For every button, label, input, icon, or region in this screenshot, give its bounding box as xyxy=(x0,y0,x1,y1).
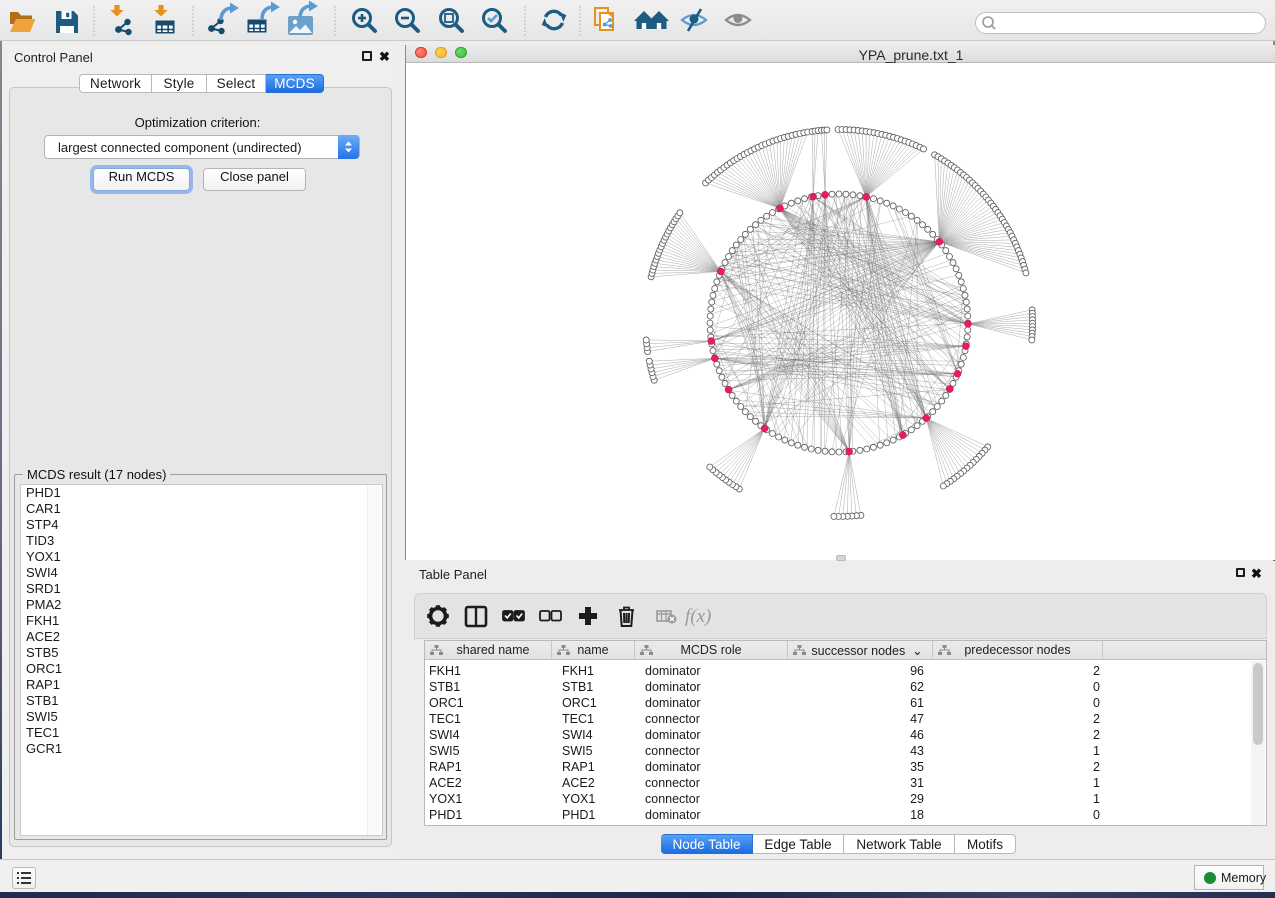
svg-text:f(x): f(x) xyxy=(685,606,711,627)
